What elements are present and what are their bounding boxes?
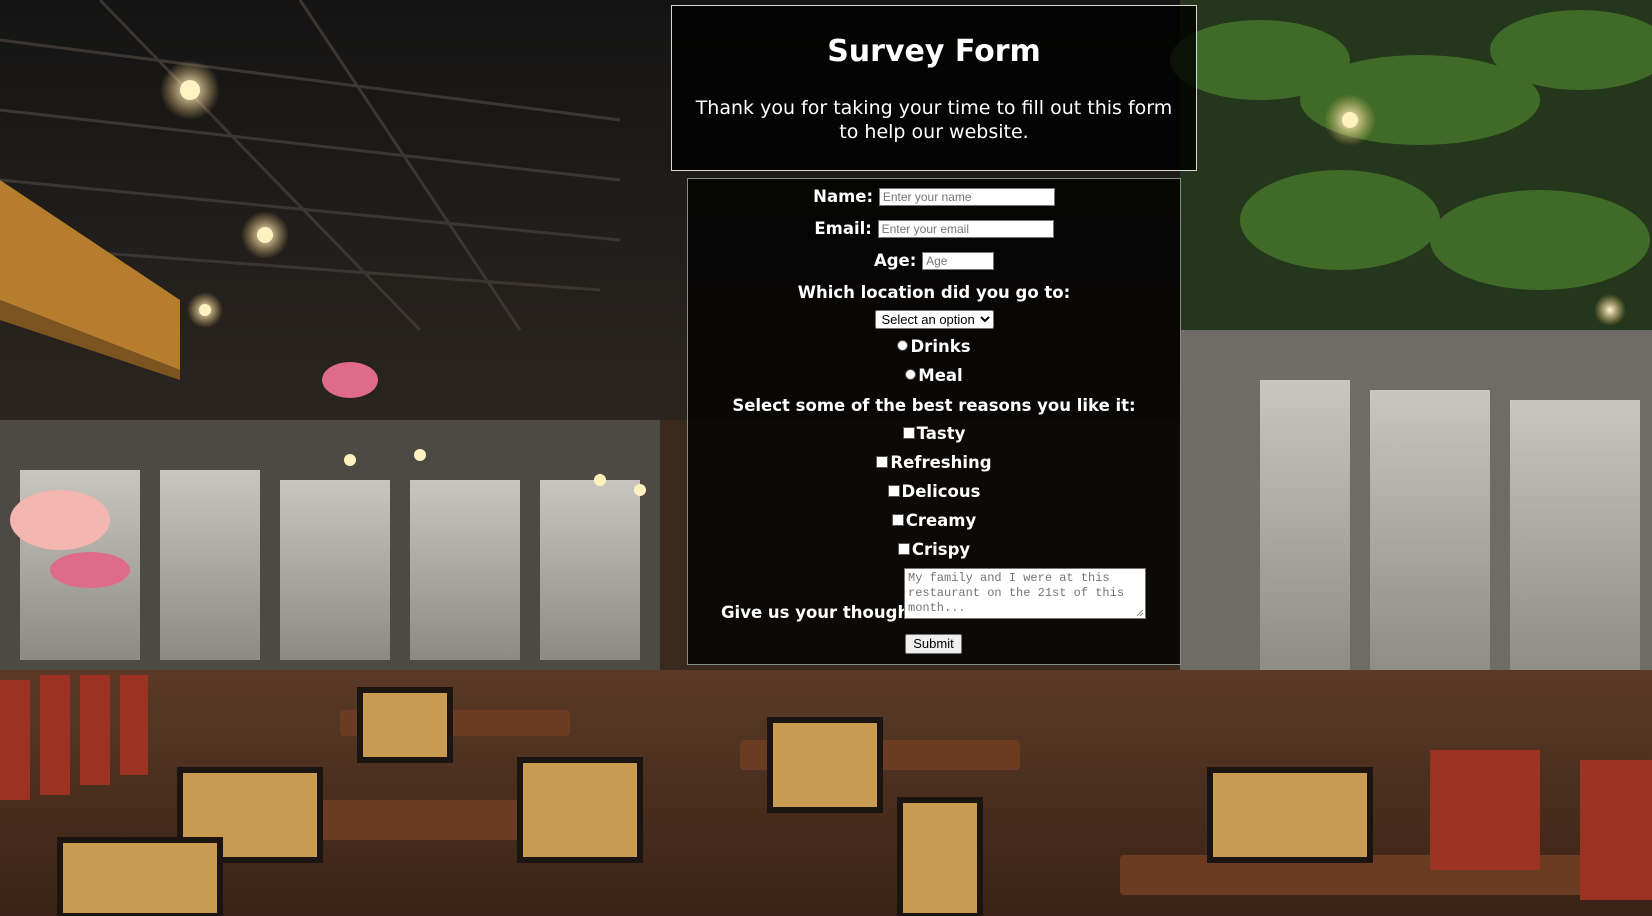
location-select-row: Select an option: [688, 309, 1180, 329]
reason-crispy-row[interactable]: Crispy: [688, 540, 1180, 559]
drinks-radio[interactable]: [897, 340, 909, 351]
reasons-label: Select some of the best reasons you like…: [732, 396, 1136, 415]
page-title: Survey Form: [827, 34, 1041, 69]
drinks-label: Drinks: [910, 337, 971, 356]
refreshing-label: Refreshing: [890, 453, 992, 472]
reason-delicous-row[interactable]: Delicous: [688, 482, 1180, 501]
reason-tasty-row[interactable]: Tasty: [688, 424, 1180, 443]
header-panel: Survey Form Thank you for taking your ti…: [671, 5, 1197, 171]
location-label: Which location did you go to:: [797, 283, 1071, 302]
email-input[interactable]: [877, 219, 1054, 238]
delicous-label: Delicous: [901, 482, 981, 501]
creamy-checkbox[interactable]: [891, 513, 904, 526]
delicous-checkbox[interactable]: [887, 484, 900, 497]
age-input[interactable]: [922, 251, 995, 270]
email-label: Email:: [814, 219, 872, 238]
submit-button[interactable]: Submit: [905, 634, 962, 654]
thoughts-row: Give us your thoughts:: [688, 568, 1180, 624]
tasty-checkbox[interactable]: [902, 426, 915, 439]
location-label-row: Which location did you go to:: [688, 282, 1180, 302]
name-row: Name:: [688, 186, 1180, 206]
reason-creamy-row[interactable]: Creamy: [688, 511, 1180, 530]
thoughts-textarea[interactable]: [904, 568, 1146, 619]
refreshing-checkbox[interactable]: [876, 455, 889, 468]
crispy-label: Crispy: [911, 540, 971, 559]
crispy-checkbox[interactable]: [897, 542, 910, 555]
creamy-label: Creamy: [905, 511, 977, 530]
name-label: Name:: [813, 187, 874, 206]
location-select[interactable]: Select an option: [874, 310, 994, 329]
name-input[interactable]: [878, 187, 1055, 206]
page-description: Thank you for taking your time to fill o…: [695, 97, 1173, 143]
reason-refreshing-row[interactable]: Refreshing: [688, 453, 1180, 472]
email-row: Email:: [688, 218, 1180, 238]
thoughts-label: Give us your thoughts:: [721, 603, 934, 622]
age-row: Age:: [688, 250, 1180, 270]
reasons-label-row: Select some of the best reasons you like…: [688, 395, 1180, 415]
meal-label: Meal: [918, 366, 963, 385]
tasty-label: Tasty: [916, 424, 966, 443]
age-label: Age:: [873, 251, 917, 270]
visit-type-meal-row[interactable]: Meal: [688, 366, 1180, 385]
meal-radio[interactable]: [905, 369, 917, 380]
survey-form: Name: Email: Age: Which location did you…: [687, 178, 1181, 665]
visit-type-drinks-row[interactable]: Drinks: [688, 337, 1180, 356]
resize-grip-icon[interactable]: [1136, 609, 1144, 617]
